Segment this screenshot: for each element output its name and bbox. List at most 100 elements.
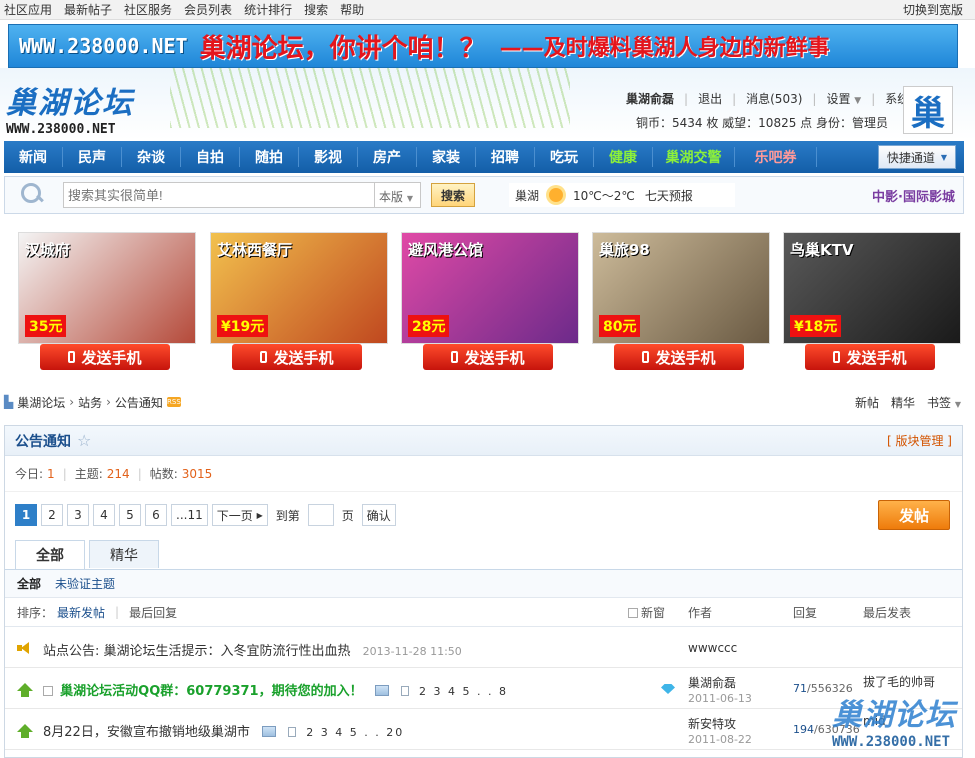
forum-manage-link[interactable]: [ 版块管理 ] [887,432,952,449]
coupon-image[interactable]: 汉城府 35元 [18,232,196,344]
goto-label: 到第 [275,508,300,523]
send-to-phone-button[interactable]: 发送手机 [423,344,553,370]
user-bar: 巢湖俞磊 | 退出 | 消息(503) | 设置 ▼ | 系统设置 [626,90,933,107]
breadcrumb-current[interactable]: 公告通知 [115,394,163,411]
thread-author-cell: 巢湖俞磊 2011-06-13 [688,674,752,705]
thread-title[interactable]: 8月22日，安徽宣布撤销地级巢湖市 [43,725,250,740]
page-1[interactable]: 1 [15,504,37,526]
new-window-toggle[interactable]: 新窗 [628,604,665,621]
topbar-link-latest[interactable]: 最新帖子 [64,1,112,18]
coupon-ad[interactable]: 汉城府 35元 发送手机 [18,232,196,372]
coupon-image[interactable]: 鸟巢KTV ¥18元 [783,232,961,344]
new-post-button[interactable]: 发帖 [878,500,950,530]
rss-icon[interactable]: RSS [166,397,181,407]
topbar-link-help[interactable]: 帮助 [340,1,364,18]
thread-title[interactable]: 巢湖论坛活动QQ群：60779371，期待您的加入！ [60,684,362,699]
coupon-image[interactable]: 艾林西餐厅 ¥19元 [210,232,388,344]
nav-item[interactable]: 家装 [417,147,476,167]
topbar-link-services[interactable]: 社区服务 [124,1,172,18]
nav-item[interactable]: 吃玩 [535,147,594,167]
breadcrumb-home[interactable]: 巢湖论坛 [17,394,65,411]
toggle-wide-link[interactable]: 切换到宽版 [903,1,963,18]
send-to-phone-button[interactable]: 发送手机 [232,344,362,370]
goto-confirm-button[interactable]: 确认 [361,504,396,526]
breadcrumb-bar: ▙ 巢湖论坛 › 站务 › 公告通知 RSS 新帖 精华 书签 ▼ [0,392,975,412]
weather-city: 巢湖 [515,188,540,203]
nav-item[interactable]: 乐吧券 [735,147,817,167]
top-banner-ad[interactable]: WWW.238000.NET 巢湖论坛，你讲个咱！？ ——及时爆料巢湖人身边的新… [8,24,958,68]
coupon-ad[interactable]: 避风港公馆 28元 发送手机 [401,232,579,372]
last-post-author[interactable]: 拔了毛的帅哥 [863,673,935,690]
cinema-ad[interactable]: 中影·国际影城 [872,186,955,205]
nav-item[interactable]: 房产 [358,147,417,167]
topbar-link-search[interactable]: 搜索 [304,1,328,18]
forecast-link[interactable]: 七天预报 [645,187,693,204]
logout-link[interactable]: 退出 [698,90,722,107]
nav-item[interactable]: 杂谈 [122,147,181,167]
avatar[interactable]: 巢 [903,86,953,134]
nav-item[interactable]: 民声 [63,147,122,167]
thread-title[interactable]: 站点公告: 巢湖论坛生活提示：入冬宜防流行性出血热 [43,644,351,659]
thread-pages[interactable]: 2 3 4 5 . . 20 [306,726,404,739]
settings-dropdown[interactable]: 设置 ▼ [826,90,861,107]
search-button[interactable]: 搜索 [431,183,475,207]
topbar-link-apps[interactable]: 社区应用 [4,1,52,18]
coupon-ad[interactable]: 鸟巢KTV ¥18元 发送手机 [783,232,961,372]
page-5[interactable]: 5 [119,504,141,526]
star-icon[interactable]: ☆ [77,431,91,450]
coupon-image[interactable]: 巢旅98 80元 [592,232,770,344]
nav-item[interactable]: 随拍 [240,147,299,167]
new-posts-link[interactable]: 新帖 [855,394,879,411]
thread-title-cell: 站点公告: 巢湖论坛生活提示：入冬宜防流行性出血热 2013-11-28 11:… [43,640,462,659]
sort-last-reply[interactable]: 最后回复 [129,604,177,621]
page-2[interactable]: 2 [41,504,63,526]
tab-all[interactable]: 全部 [15,540,85,569]
user-credits: 铜币：5434 枚 威望：10825 点 身份：管理员 [636,116,888,130]
thread-author[interactable]: wwwccc [688,641,737,655]
search-scope-select[interactable]: 本版 ▼ [375,182,421,208]
digest-link[interactable]: 精华 [891,394,915,411]
filter-all[interactable]: 全部 [17,575,41,592]
bookmark-dropdown[interactable]: 书签 ▼ [927,394,961,411]
nav-item[interactable]: 招聘 [476,147,535,167]
topbar-link-stats[interactable]: 统计排行 [244,1,292,18]
nav-item[interactable]: 影视 [299,147,358,167]
send-to-phone-button[interactable]: 发送手机 [805,344,935,370]
checkbox[interactable] [628,607,638,618]
nav-item[interactable]: 健康 [594,147,653,167]
nav-item[interactable]: 巢湖交警 [653,147,735,167]
divider: | [732,91,737,106]
coupon-ad[interactable]: 艾林西餐厅 ¥19元 发送手机 [210,232,388,372]
thread-author[interactable]: 新安特攻 [688,717,736,731]
nav-item[interactable]: 新闻 [4,147,63,167]
search-scope-label: 本版 [379,190,404,204]
site-logo[interactable]: 巢湖论坛 WWW.238000.NET [6,78,146,137]
pages-icon [288,727,297,737]
send-to-phone-button[interactable]: 发送手机 [40,344,170,370]
coupon-ad[interactable]: 巢旅98 80元 发送手机 [592,232,770,372]
coupon-ads: 汉城府 35元 发送手机 艾林西餐厅 ¥19元 发送手机 避风港公馆 28元 发送手机 巢旅98 8… [18,232,963,372]
filter-unverified[interactable]: 未验证主题 [55,575,115,592]
divider: | [115,605,120,619]
page-6[interactable]: 6 [145,504,167,526]
breadcrumb-station[interactable]: 站务 [78,394,102,411]
nav-item[interactable]: 自拍 [181,147,240,167]
topbar-link-members[interactable]: 会员列表 [184,1,232,18]
page-last[interactable]: ...11 [171,504,208,526]
page-4[interactable]: 4 [93,504,115,526]
last-post-author[interactable]: mid [863,714,886,728]
next-page-button[interactable]: 下一页 ▶ [211,504,268,526]
thread-author[interactable]: 巢湖俞磊 [688,676,736,690]
thread-pages[interactable]: 2 3 4 5 . . 8 [419,685,508,698]
goto-page-input[interactable] [307,504,334,526]
page-3[interactable]: 3 [67,504,89,526]
search-input[interactable] [63,182,375,208]
coupon-image[interactable]: 避风港公馆 28元 [401,232,579,344]
messages-link[interactable]: 消息(503) [746,90,802,107]
send-to-phone-button[interactable]: 发送手机 [614,344,744,370]
username-link[interactable]: 巢湖俞磊 [626,90,674,107]
thread-checkbox[interactable] [43,686,53,696]
quick-access-dropdown[interactable]: 快捷通道 ▼ [878,145,956,169]
tab-digest[interactable]: 精华 [89,540,159,568]
sort-newest[interactable]: 最新发帖 [57,604,105,621]
